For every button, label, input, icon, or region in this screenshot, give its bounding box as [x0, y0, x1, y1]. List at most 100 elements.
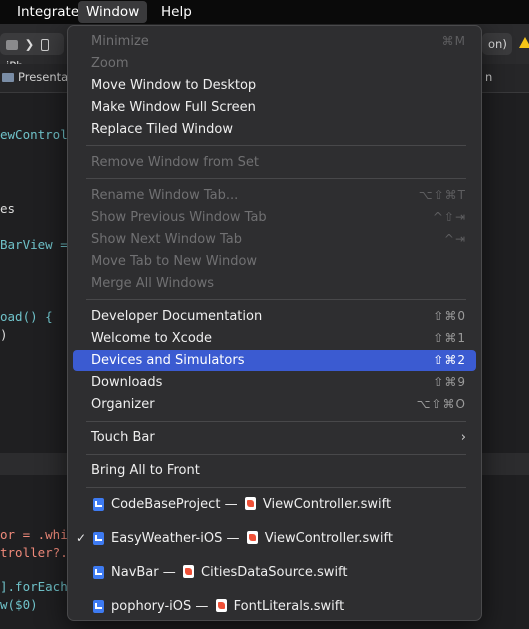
menu-item-label: Devices and Simulators: [91, 353, 245, 368]
menubar-item-help[interactable]: Help: [153, 0, 200, 24]
window-item-label: CodeBaseProject — ViewController.swift: [111, 494, 391, 515]
menu-separator: [86, 145, 466, 146]
menu-item-touch-bar[interactable]: Touch Bar ›: [73, 427, 476, 448]
menu-item-bring-all-to-front[interactable]: Bring All to Front: [73, 460, 476, 481]
menu-item-devices-and-simulators[interactable]: Devices and Simulators ⇧⌘2: [73, 350, 476, 371]
menu-item-move-tab[interactable]: Move Tab to New Window: [73, 251, 476, 272]
menu-item-label: Replace Tiled Window: [91, 122, 233, 137]
checkmark-icon: ✓: [76, 531, 87, 545]
menu-item-move-to-desktop[interactable]: Move Window to Desktop: [73, 75, 476, 96]
app-icon: [6, 39, 18, 50]
menu-item-downloads[interactable]: Downloads ⇧⌘9: [73, 372, 476, 393]
scheme-selector[interactable]: ❯ iPh: [0, 33, 64, 73]
chevron-right-icon: ›: [460, 430, 466, 445]
dash-separator: —: [224, 497, 238, 512]
shortcut-label: ⇧⌘0: [433, 309, 466, 323]
menu-item-rename-tab[interactable]: Rename Window Tab... ⌥⇧⌘T: [73, 185, 476, 206]
menu-separator: [86, 299, 466, 300]
window-item-label: EasyWeather-iOS — ViewController.swift: [111, 528, 393, 549]
xcode-project-icon: [93, 498, 104, 511]
menubar-item-window[interactable]: Window: [78, 1, 148, 23]
dash-separator: —: [162, 565, 176, 580]
menu-item-merge-all[interactable]: Merge All Windows: [73, 273, 476, 294]
folder-icon: [2, 73, 14, 82]
code-line: BarView =: [0, 237, 68, 252]
swift-file-icon: [246, 531, 258, 544]
file-name: ViewController.swift: [264, 531, 393, 546]
menu-item-label: Move Tab to New Window: [91, 254, 258, 269]
shortcut-label: ⌥⇧⌘T: [418, 188, 466, 202]
menu-item-label: Remove Window from Set: [91, 155, 260, 170]
window-item[interactable]: NavBar — CitiesDataSource.swift: [73, 562, 476, 583]
menu-bar: Integrate Window Help: [0, 0, 529, 24]
window-item[interactable]: pophory-iOS — FontLiterals.swift: [73, 596, 476, 617]
menu-separator: [86, 487, 466, 488]
menu-separator: [86, 454, 466, 455]
menu-item-organizer[interactable]: Organizer ⌥⇧⌘O: [73, 394, 476, 415]
chevron-right-icon: ❯: [24, 37, 35, 51]
warning-icon[interactable]: [519, 37, 529, 48]
menu-item-full-screen[interactable]: Make Window Full Screen: [73, 97, 476, 118]
menubar-item-integrate[interactable]: Integrate: [9, 0, 87, 24]
menu-separator: [86, 178, 466, 179]
menu-item-remove-from-set[interactable]: Remove Window from Set: [73, 152, 476, 173]
menu-item-label: Downloads: [91, 375, 163, 390]
shortcut-label: ⇧⌘1: [433, 331, 466, 345]
menu-item-previous-tab[interactable]: Show Previous Window Tab ^⇧⇥: [73, 207, 476, 228]
menu-item-label: Show Previous Window Tab: [91, 210, 267, 225]
tab-presentation[interactable]: Presentat: [18, 70, 73, 84]
menu-item-label: Make Window Full Screen: [91, 100, 256, 115]
project-name: CodeBaseProject: [111, 497, 221, 512]
menu-separator: [86, 421, 466, 422]
xcode-project-icon: [93, 532, 104, 545]
swift-file-icon: [215, 599, 227, 612]
file-name: CitiesDataSource.swift: [201, 565, 348, 580]
menu-item-label: Welcome to Xcode: [91, 331, 213, 346]
xcode-project-icon: [93, 566, 104, 579]
menu-item-next-tab[interactable]: Show Next Window Tab ^⇥: [73, 229, 476, 250]
shortcut-label: ⌥⇧⌘O: [416, 397, 466, 411]
window-item[interactable]: CodeBaseProject — ViewController.swift: [73, 494, 476, 515]
xcode-project-icon: [93, 600, 104, 613]
menu-item-label: Move Window to Desktop: [91, 78, 257, 93]
code-line: ewControl: [0, 127, 68, 142]
shortcut-label: ⇧⌘9: [433, 375, 466, 389]
window-item[interactable]: ✓ EasyWeather-iOS — ViewController.swift: [73, 528, 476, 549]
menu-item-label: Merge All Windows: [91, 276, 214, 291]
menu-item-label: Show Next Window Tab: [91, 232, 243, 247]
file-name: ViewController.swift: [262, 497, 392, 512]
menu-item-label: Organizer: [91, 397, 155, 412]
swift-file-icon: [244, 497, 256, 510]
project-name: NavBar: [111, 565, 159, 580]
phone-icon: [40, 38, 49, 51]
menu-item-welcome[interactable]: Welcome to Xcode ⇧⌘1: [73, 328, 476, 349]
menu-item-label: Developer Documentation: [91, 309, 263, 324]
file-name: FontLiterals.swift: [233, 599, 345, 614]
menu-item-label: Touch Bar: [91, 430, 155, 445]
code-line: oad() {: [0, 309, 53, 324]
tab-right[interactable]: n: [485, 70, 492, 84]
code-line: es: [0, 201, 16, 216]
run-destination[interactable]: on): [482, 33, 512, 55]
menu-item-zoom[interactable]: Zoom: [73, 53, 476, 74]
menu-item-minimize[interactable]: Minimize ⌘M: [73, 31, 476, 52]
window-item-label: NavBar — CitiesDataSource.swift: [111, 562, 348, 583]
code-line: ].forEach: [0, 579, 68, 594]
menu-item-label: Bring All to Front: [91, 463, 200, 478]
code-line: troller?.: [0, 545, 68, 560]
code-line: or = .whi: [0, 527, 68, 542]
project-name: EasyWeather-iOS: [111, 531, 223, 546]
menu-item-label: Minimize: [91, 34, 149, 49]
shortcut-label: ⇧⌘2: [433, 353, 466, 367]
shortcut-label: ^⇥: [443, 232, 466, 246]
shortcut-label: ^⇧⇥: [432, 210, 466, 224]
menu-item-replace-tiled[interactable]: Replace Tiled Window: [73, 119, 476, 140]
shortcut-label: ⌘M: [441, 34, 466, 48]
menu-item-label: Zoom: [91, 56, 129, 71]
menu-item-label: Rename Window Tab...: [91, 188, 239, 203]
menu-item-developer-documentation[interactable]: Developer Documentation ⇧⌘0: [73, 306, 476, 327]
swift-file-icon: [182, 565, 194, 578]
window-menu: Minimize ⌘M Zoom Move Window to Desktop …: [67, 25, 482, 621]
code-line: w($0): [0, 597, 38, 612]
project-name: pophory-iOS: [111, 599, 192, 614]
